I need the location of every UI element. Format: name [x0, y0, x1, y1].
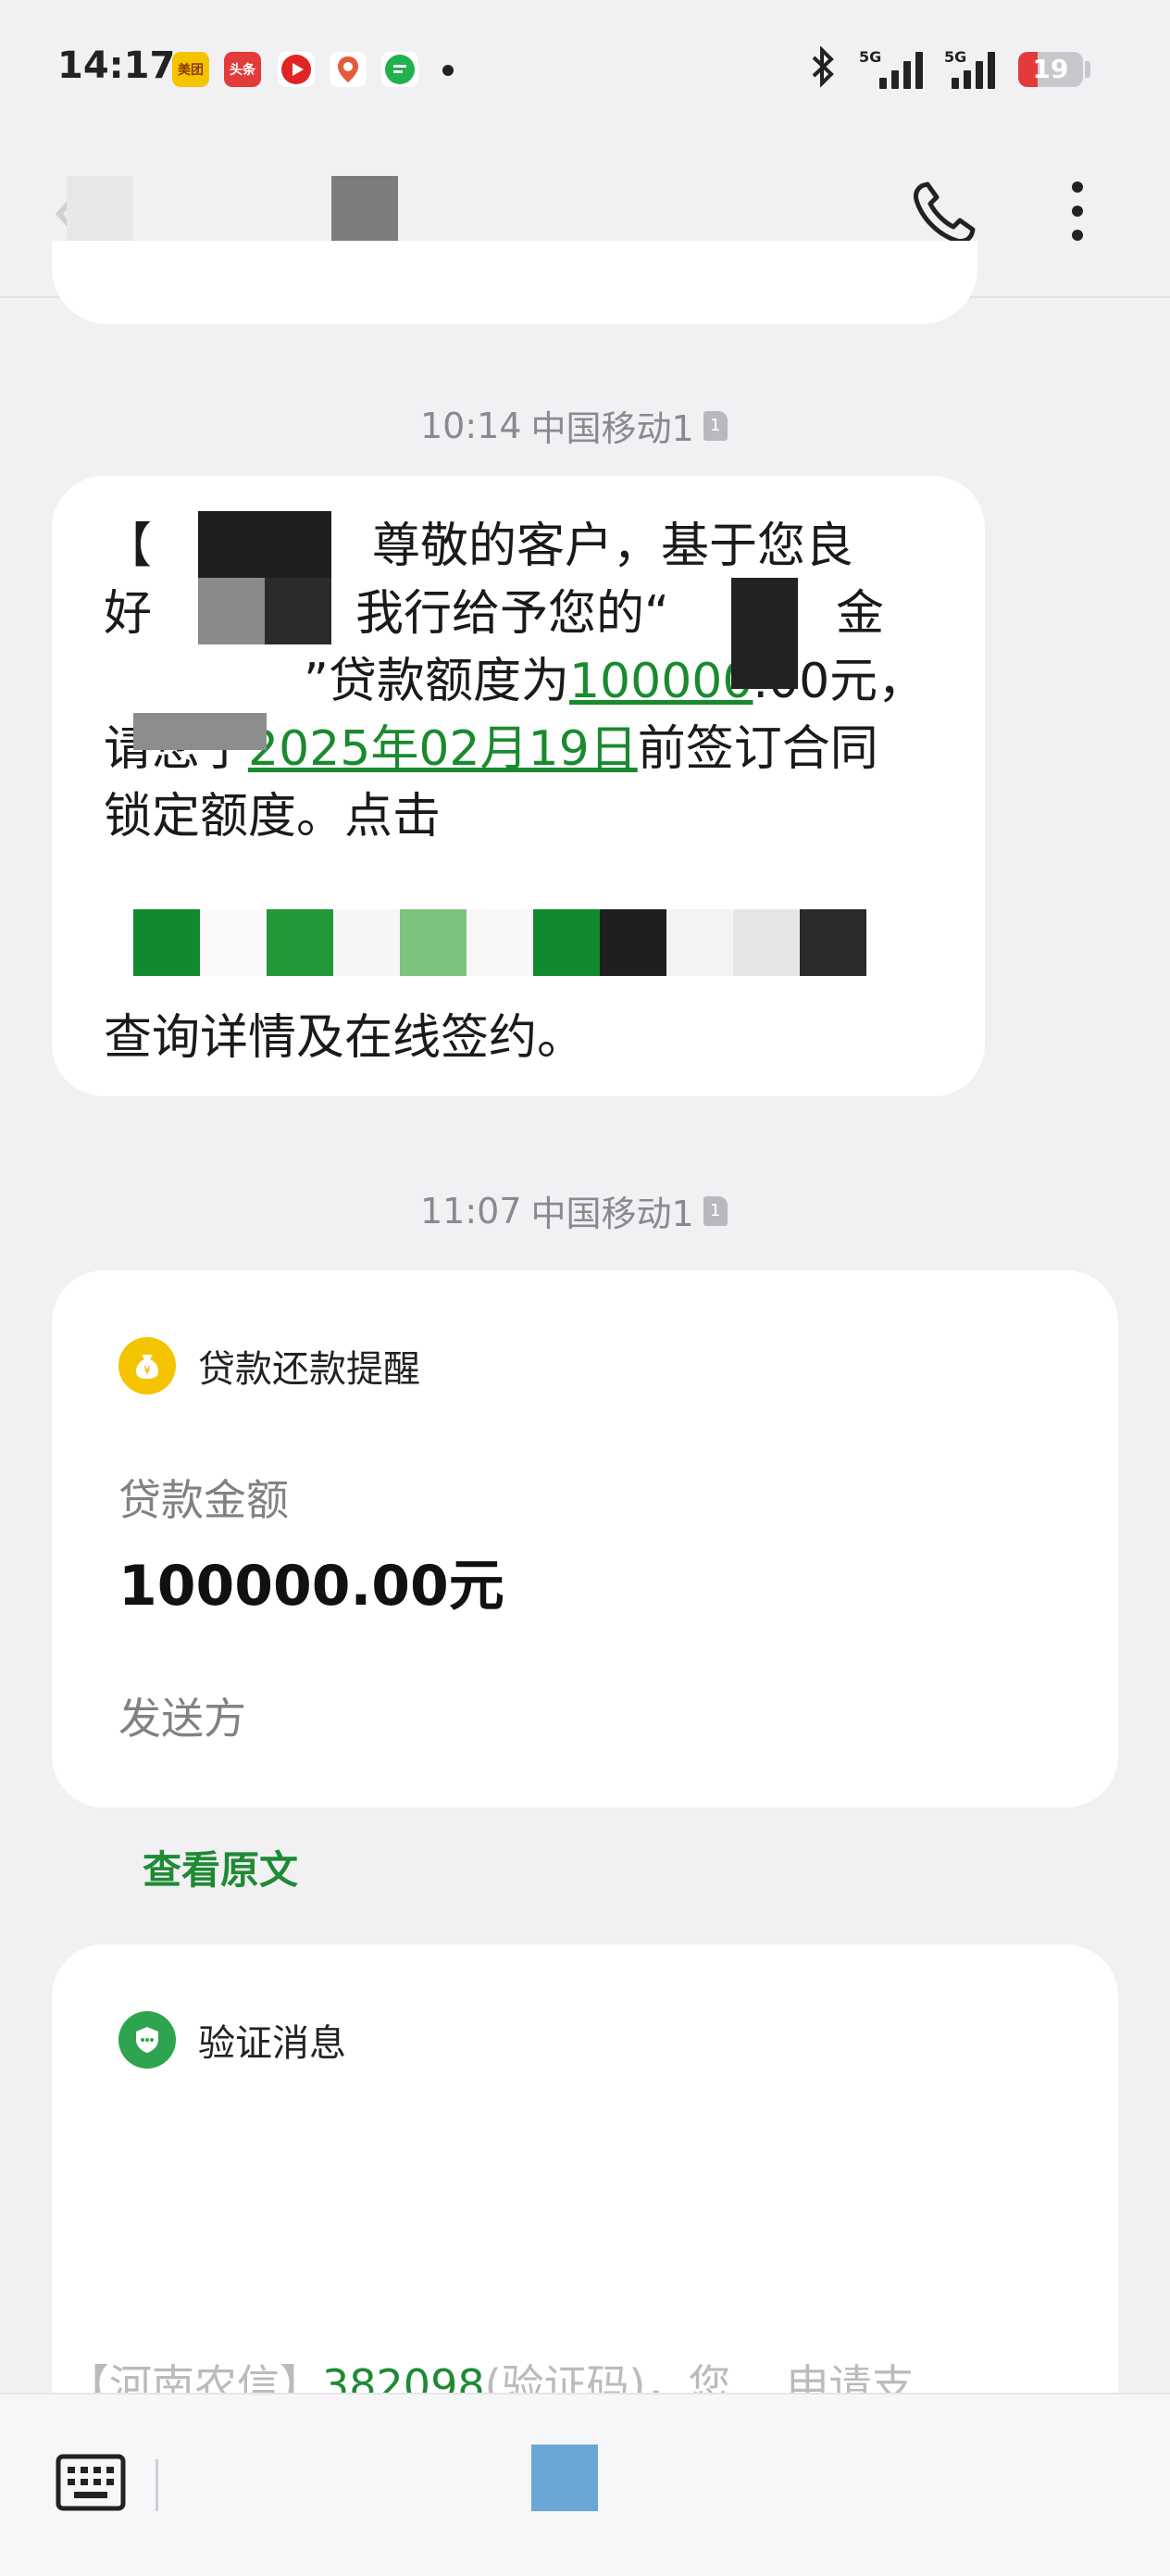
video-app-icon — [278, 52, 315, 87]
chat-app-icon — [381, 52, 418, 87]
amount-label: 贷款金额 — [118, 1475, 289, 1525]
status-time: 14:17 — [57, 44, 176, 87]
battery-icon: 19 — [1018, 52, 1083, 87]
view-original-link[interactable]: 查看原文 — [143, 1839, 298, 1895]
message-timestamp: 11:07 中国移动1 1 — [420, 1185, 728, 1236]
status-bar: 14:17 美团 头条 5G 5G 19 — [0, 0, 1170, 139]
signal-1-icon — [879, 48, 923, 89]
signal-2-icon — [952, 48, 995, 89]
sim-card-icon: 1 — [703, 410, 728, 441]
chat-shield-icon — [118, 2011, 176, 2069]
contact-avatar-redacted — [67, 176, 133, 243]
card-title: 贷款还款提醒 — [198, 1348, 420, 1391]
redacted-block — [198, 511, 331, 578]
more-vertical-icon[interactable] — [1072, 181, 1083, 254]
loan-reminder-card[interactable]: ¥ 贷款还款提醒 贷款金额 100000.00元 发送方 — [52, 1270, 1118, 1807]
date-link[interactable]: 2025年02月19日 — [248, 721, 638, 777]
message-bubble[interactable]: 【尊敬的客户，基于您良 好我行给予您的“ 金 ”贷款额度为100000.00元， … — [52, 476, 985, 1096]
amount-link[interactable]: 100000 — [569, 654, 753, 709]
toutiao-icon: 头条 — [224, 52, 261, 87]
card-title: 验证消息 — [198, 2022, 346, 2065]
contact-name-redacted — [331, 176, 398, 243]
keyboard-icon[interactable] — [56, 2454, 126, 2515]
redacted-block — [265, 578, 331, 644]
compose-divider — [156, 2459, 158, 2511]
loan-amount: 100000.00元 — [118, 1554, 504, 1619]
message-timestamp: 10:14 中国移动1 1 — [420, 400, 728, 451]
sim-card-icon: 1 — [703, 1195, 728, 1226]
redacted-block — [133, 713, 267, 750]
redacted-input-block — [531, 2445, 598, 2511]
redacted-link-block — [133, 909, 200, 976]
redacted-block — [731, 578, 798, 689]
network-label-1: 5G — [859, 48, 882, 66]
map-pin-icon — [330, 52, 367, 87]
redacted-block — [198, 578, 265, 644]
previous-message-bubble — [52, 241, 977, 324]
more-notifications-dot — [442, 65, 454, 76]
bluetooth-icon — [809, 45, 837, 96]
meituan-icon: 美团 — [172, 52, 209, 87]
battery-level: 19 — [1032, 54, 1069, 84]
money-bag-icon: ¥ — [118, 1337, 176, 1394]
svg-text:¥: ¥ — [143, 1364, 151, 1377]
sender-label: 发送方 — [118, 1694, 246, 1744]
